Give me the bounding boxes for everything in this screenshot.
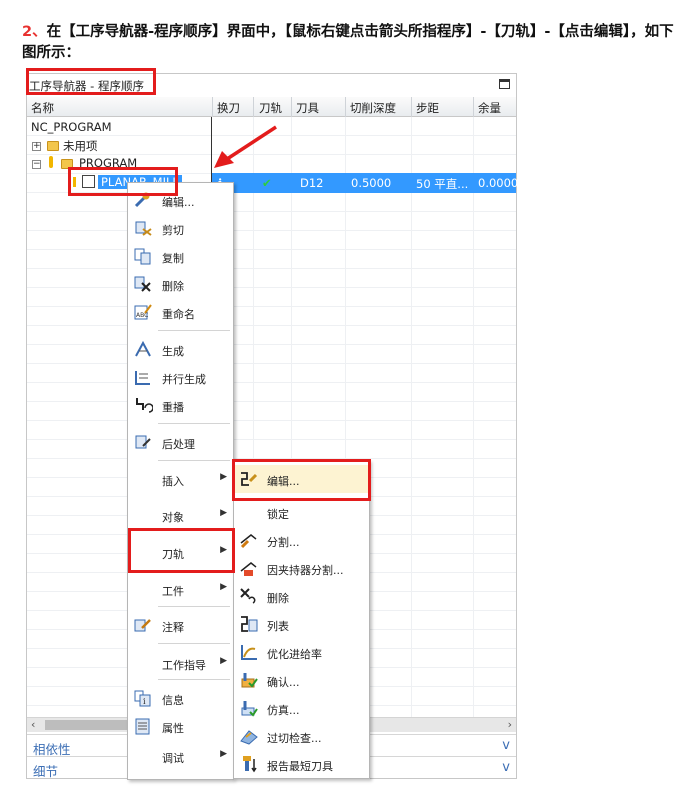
col-tool-change[interactable]: 换刀 bbox=[217, 100, 240, 116]
delete-path-icon bbox=[239, 587, 259, 605]
folder-icon bbox=[47, 141, 59, 151]
submenu-arrow-icon: ▶ bbox=[220, 749, 227, 759]
menu-item-cut[interactable]: 剪切 bbox=[128, 214, 233, 242]
submenu-item-shortest-tool[interactable]: 报告最短刀具 bbox=[234, 750, 369, 778]
menu-item-insert[interactable]: 插入 ▶ bbox=[128, 465, 233, 493]
submenu-item-lock[interactable]: 锁定 bbox=[234, 498, 369, 526]
menu-item-info[interactable]: i 信息 bbox=[128, 684, 233, 712]
selected-operation-row[interactable]: ℹ ✔ D12 0.5000 50 平直... 0.0000 bbox=[212, 173, 519, 193]
submenu-item-gouge-check[interactable]: 过切检查... bbox=[234, 722, 369, 750]
menu-item-work-instruction[interactable]: 工作指导 ▶ bbox=[128, 649, 233, 677]
list-icon bbox=[239, 615, 259, 633]
menu-item-properties[interactable]: 属性 bbox=[128, 712, 233, 740]
step-text: 在【工序导航器-程序顺序】界面中，【鼠标右键点击箭头所指程序】-【刀轨】-【点击… bbox=[22, 24, 674, 61]
pointer-arrow-icon bbox=[214, 125, 277, 168]
toolpath-ok-icon: ✔ bbox=[262, 176, 272, 190]
submenu-item-split[interactable]: 分割... bbox=[234, 526, 369, 554]
col-stepover[interactable]: 步距 bbox=[416, 100, 439, 116]
expand-icon[interactable]: + bbox=[32, 142, 41, 151]
split-icon bbox=[239, 531, 259, 549]
postprocess-icon bbox=[133, 433, 153, 451]
generate-icon bbox=[133, 340, 153, 358]
note-icon bbox=[133, 616, 153, 634]
menu-item-debug[interactable]: 调试 ▶ bbox=[128, 742, 233, 770]
properties-icon bbox=[133, 717, 153, 735]
bulb-icon bbox=[49, 156, 53, 168]
svg-text:i: i bbox=[143, 697, 146, 706]
col-tool[interactable]: 刀具 bbox=[296, 100, 319, 116]
col-name[interactable]: 名称 bbox=[31, 100, 54, 116]
replay-icon bbox=[133, 396, 153, 414]
shortest-tool-icon bbox=[239, 755, 259, 773]
tree-node-nc-program[interactable]: NC_PROGRAM bbox=[31, 120, 112, 134]
copy-icon bbox=[133, 247, 153, 265]
submenu-item-simulate[interactable]: 仿真... bbox=[234, 694, 369, 722]
toolpath-submenu: 编辑... 锁定 分割... 因夹持器分割... 删除 列表 优化进给率 确认.… bbox=[233, 460, 370, 779]
menu-item-copy[interactable]: 复制 bbox=[128, 242, 233, 270]
maximize-icon[interactable] bbox=[499, 79, 510, 89]
cell-tool: D12 bbox=[300, 176, 324, 190]
col-toolpath[interactable]: 刀轨 bbox=[259, 100, 282, 116]
context-menu: 编辑... 剪切 复制 删除 ABC 重命名 生成 并行生成 重播 后处理 插入… bbox=[127, 182, 234, 780]
highlight-navigator-title bbox=[26, 68, 156, 95]
column-header: 名称 换刀 刀轨 刀具 切削深度 步距 余量 bbox=[27, 97, 516, 117]
chevron-down-icon[interactable]: v bbox=[502, 760, 510, 775]
instruction-text: 2、在【工序导航器-程序顺序】界面中，【鼠标右键点击箭头所指程序】-【刀轨】-【… bbox=[22, 22, 682, 64]
simulate-icon bbox=[239, 699, 259, 717]
menu-item-object[interactable]: 对象 ▶ bbox=[128, 501, 233, 529]
menu-item-parallel-generate[interactable]: 并行生成 bbox=[128, 363, 233, 391]
submenu-item-optimize-feedrate[interactable]: 优化进给率 bbox=[234, 638, 369, 666]
feedrate-icon bbox=[239, 643, 259, 661]
menu-item-replay[interactable]: 重播 bbox=[128, 391, 233, 419]
highlight-toolpath-item bbox=[128, 528, 235, 573]
panel-details-label: 细节 bbox=[33, 764, 59, 779]
collapse-icon[interactable]: − bbox=[32, 160, 41, 169]
col-cut-depth[interactable]: 切削深度 bbox=[350, 100, 396, 116]
submenu-arrow-icon: ▶ bbox=[220, 508, 227, 518]
menu-item-note[interactable]: 注释 bbox=[128, 611, 233, 639]
submenu-item-verify[interactable]: 确认... bbox=[234, 666, 369, 694]
submenu-arrow-icon: ▶ bbox=[220, 582, 227, 592]
delete-icon bbox=[133, 275, 153, 293]
gouge-check-icon bbox=[239, 727, 259, 745]
cell-stock: 0.0000 bbox=[478, 176, 519, 190]
chevron-down-icon[interactable]: v bbox=[502, 738, 510, 753]
submenu-item-list[interactable]: 列表 bbox=[234, 610, 369, 638]
menu-item-generate[interactable]: 生成 bbox=[128, 335, 233, 363]
tree-node-unused[interactable]: 未用项 bbox=[63, 138, 98, 154]
parallel-generate-icon bbox=[133, 368, 153, 386]
menu-item-postprocess[interactable]: 后处理 bbox=[128, 428, 233, 456]
svg-text:ABC: ABC bbox=[136, 312, 148, 319]
cell-stepover: 50 平直... bbox=[416, 177, 469, 191]
submenu-item-holder-split[interactable]: 因夹持器分割... bbox=[234, 554, 369, 582]
submenu-arrow-icon: ▶ bbox=[220, 656, 227, 666]
submenu-item-delete[interactable]: 删除 bbox=[234, 582, 369, 610]
cut-icon bbox=[133, 219, 153, 237]
menu-item-delete[interactable]: 删除 bbox=[128, 270, 233, 298]
verify-icon bbox=[239, 671, 259, 689]
highlight-edit-item bbox=[232, 459, 371, 501]
scroll-right-icon[interactable]: › bbox=[508, 718, 512, 731]
cell-cut-depth: 0.5000 bbox=[351, 176, 392, 190]
menu-item-rename[interactable]: ABC 重命名 bbox=[128, 298, 233, 326]
submenu-arrow-icon: ▶ bbox=[220, 472, 227, 482]
scroll-left-icon[interactable]: ‹ bbox=[31, 718, 35, 731]
col-stock[interactable]: 余量 bbox=[478, 100, 501, 116]
rename-icon: ABC bbox=[133, 303, 153, 321]
holder-split-icon bbox=[239, 559, 259, 577]
highlight-operation bbox=[68, 167, 178, 196]
info-icon: i bbox=[133, 689, 153, 707]
menu-item-workpiece[interactable]: 工件 ▶ bbox=[128, 575, 233, 603]
step-number: 2、 bbox=[22, 24, 47, 40]
